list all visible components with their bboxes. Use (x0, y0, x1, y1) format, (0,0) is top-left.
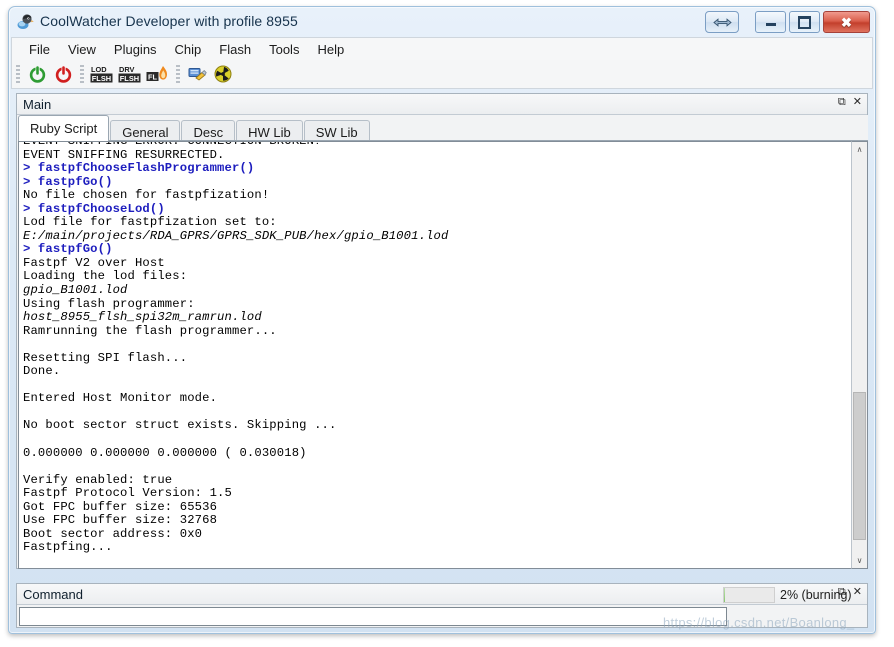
title-bar: CoolWatcher Developer with profile 8955 … (9, 7, 875, 37)
svg-text:FL: FL (148, 72, 158, 81)
console-line: Done. (23, 364, 61, 379)
menu-item-view[interactable]: View (59, 40, 105, 59)
main-panel-title: Main (23, 97, 52, 112)
load-flash-button[interactable]: LOD FLSH (88, 61, 116, 87)
power-on-button[interactable] (24, 61, 50, 87)
radiation-icon (214, 65, 232, 83)
float-panel-icon[interactable]: ⧉ (838, 97, 846, 108)
console-line: Use FPC buffer size: 32768 (23, 513, 218, 528)
console-line: > fastpfGo() (23, 242, 113, 257)
scrollbar-thumb[interactable] (853, 392, 866, 540)
close-button[interactable]: ✖ (823, 11, 870, 33)
console-line: Lod file for fastpfization set to: (23, 215, 277, 230)
console-lines: EVENT SNIFFING ERROR: CONNECTION BROKEN?… (23, 142, 851, 555)
console-line: E:/main/projects/RDA_GPRS/GPRS_SDK_PUB/h… (23, 228, 449, 243)
burn-progress-fill (724, 588, 725, 602)
menu-item-help[interactable]: Help (308, 40, 353, 59)
screenshot-root: CoolWatcher Developer with profile 8955 … (0, 0, 894, 647)
console-line: Ramrunning the flash programmer... (23, 323, 277, 338)
power-off-button[interactable] (50, 61, 76, 87)
console-line: Boot sector address: 0x0 (23, 526, 203, 541)
main-panel-caption: Main ⧉ ✕ (17, 94, 867, 115)
console-line: Entered Host Monitor mode. (23, 391, 218, 406)
console-vertical-scrollbar[interactable]: ∧ ∨ (851, 141, 868, 569)
console-line: Fastpf V2 over Host (23, 255, 165, 270)
console-line: Using flash programmer: (23, 296, 195, 311)
console-line: Resetting SPI flash... (23, 350, 188, 365)
resize-arrows-button[interactable] (705, 11, 739, 33)
svg-text:FLSH: FLSH (120, 73, 139, 82)
command-input-wrap[interactable] (19, 607, 727, 626)
menu-item-flash[interactable]: Flash (210, 40, 260, 59)
window-title: CoolWatcher Developer with profile 8955 (40, 13, 298, 29)
burn-flash-button[interactable]: FL (144, 61, 172, 87)
toolbar: LOD FLSH DRV FLSH FL (11, 60, 873, 89)
scroll-down-arrow-icon[interactable]: ∨ (852, 553, 867, 568)
burn-progress-label: 2% (burning) (780, 588, 852, 602)
fl-burn-icon: FL (146, 66, 167, 81)
console-line: 0.000000 0.000000 0.000000 ( 0.030018) (23, 445, 307, 460)
console-line: Fastpfing... (23, 540, 113, 555)
toolbar-grip-3[interactable] (176, 65, 180, 83)
window-buttons: ✖ (705, 11, 870, 33)
console-line: Got FPC buffer size: 65536 (23, 499, 218, 514)
menu-bar: File View Plugins Chip Flash Tools Help (11, 37, 873, 60)
console-area: EVENT SNIFFING ERROR: CONNECTION BROKEN?… (18, 140, 868, 569)
lod-flsh-icon: LOD FLSH (90, 65, 113, 82)
svg-text:DRV: DRV (119, 65, 135, 74)
console-line: > fastpfChooseFlashProgrammer() (23, 161, 255, 176)
console-line: > fastpfGo() (23, 174, 113, 189)
minimize-button[interactable] (755, 11, 786, 33)
toolbar-grip-1[interactable] (16, 65, 20, 83)
drv-flsh-icon: DRV FLSH (118, 65, 141, 82)
burn-progress-bar (723, 587, 775, 603)
console-line: No file chosen for fastpfization! (23, 188, 270, 203)
menu-item-tools[interactable]: Tools (260, 40, 308, 59)
console-line: gpio_B1001.lod (23, 283, 128, 298)
driver-flash-button[interactable]: DRV FLSH (116, 61, 144, 87)
command-panel-title: Command (23, 587, 83, 602)
close-panel-icon[interactable]: ✕ (853, 97, 862, 108)
resize-arrows-icon (712, 17, 732, 27)
console-line: No boot sector struct exists. Skipping .… (23, 418, 337, 433)
menu-item-chip[interactable]: Chip (166, 40, 211, 59)
main-panel-caption-buttons: ⧉ ✕ (838, 97, 862, 108)
console-line: host_8955_flsh_spi32m_ramrun.lod (23, 310, 262, 325)
console-line: Verify enabled: true (23, 472, 173, 487)
application-window: CoolWatcher Developer with profile 8955 … (8, 6, 876, 634)
power-off-icon (55, 65, 71, 83)
command-input[interactable] (20, 608, 726, 626)
radiation-button[interactable] (210, 61, 236, 87)
broom-clean-icon (188, 68, 207, 81)
clean-button[interactable] (184, 61, 210, 87)
tab-ruby-script[interactable]: Ruby Script (18, 115, 110, 141)
console-output[interactable]: EVENT SNIFFING ERROR: CONNECTION BROKEN?… (18, 141, 851, 569)
minimize-icon (765, 23, 776, 26)
console-line: Fastpf Protocol Version: 1.5 (23, 486, 232, 501)
console-line: Loading the lod files: (23, 269, 188, 284)
maximize-icon (798, 15, 811, 29)
menu-item-file[interactable]: File (20, 40, 59, 59)
close-command-panel-icon[interactable]: ✕ (853, 587, 862, 598)
tab-strip: Ruby Script General Desc HW Lib SW Lib (18, 115, 868, 143)
power-on-icon (29, 65, 45, 83)
toolbar-grip-2[interactable] (80, 65, 84, 83)
menu-item-plugins[interactable]: Plugins (105, 40, 166, 59)
scroll-up-arrow-icon[interactable]: ∧ (852, 142, 867, 157)
svg-text:LOD: LOD (91, 65, 107, 74)
close-icon: ✖ (841, 14, 852, 30)
console-line: > fastpfChooseLod() (23, 201, 165, 216)
main-panel: Main ⧉ ✕ Ruby Script General Desc HW Lib… (16, 93, 868, 569)
console-line: EVENT SNIFFING RESURRECTED. (23, 147, 225, 162)
svg-text:FLSH: FLSH (92, 73, 111, 82)
coolwatcher-app-icon (17, 13, 34, 30)
client-area: Main ⧉ ✕ Ruby Script General Desc HW Lib… (11, 89, 873, 632)
maximize-button[interactable] (789, 11, 820, 33)
